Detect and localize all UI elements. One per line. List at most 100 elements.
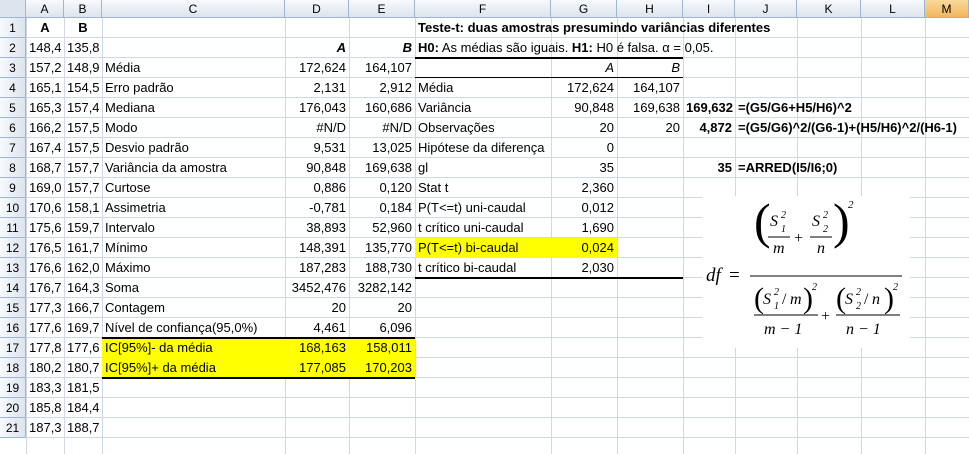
cell-b9[interactable]: 157,7 — [64, 178, 102, 198]
row-header-2[interactable]: 2 — [0, 38, 26, 58]
cell-h4[interactable]: 164,107 — [617, 78, 683, 98]
cell-c3[interactable]: Média — [102, 58, 285, 78]
cell-e4[interactable]: 2,912 — [349, 78, 415, 98]
cell-b5[interactable]: 157,4 — [64, 98, 102, 118]
cell-b14[interactable]: 164,3 — [64, 278, 102, 298]
cell-b2[interactable]: 135,8 — [64, 38, 102, 58]
row-header-12[interactable]: 12 — [0, 238, 26, 258]
cell-b12[interactable]: 161,7 — [64, 238, 102, 258]
cell-a1[interactable]: A — [26, 18, 64, 38]
cell-h3[interactable]: B — [617, 58, 683, 78]
cell-h5[interactable]: 169,638 — [617, 98, 683, 118]
cell-c15[interactable]: Contagem — [102, 298, 285, 318]
row-header-13[interactable]: 13 — [0, 258, 26, 278]
cell-g9[interactable]: 2,360 — [551, 178, 617, 198]
row-header-8[interactable]: 8 — [0, 158, 26, 178]
cell-d5[interactable]: 176,043 — [285, 98, 349, 118]
cell-e11[interactable]: 52,960 — [349, 218, 415, 238]
cell-f2-hypotheses[interactable]: H0: As médias são iguais. H1: H0 é falsa… — [415, 38, 735, 58]
row-header-5[interactable]: 5 — [0, 98, 26, 118]
column-header-a[interactable]: A — [26, 0, 64, 18]
cell-d9[interactable]: 0,886 — [285, 178, 349, 198]
row-header-14[interactable]: 14 — [0, 278, 26, 298]
cell-h6[interactable]: 20 — [617, 118, 683, 138]
cell-b10[interactable]: 158,1 — [64, 198, 102, 218]
cell-d6[interactable]: #N/D — [285, 118, 349, 138]
cell-a8[interactable]: 168,7 — [26, 158, 64, 178]
cell-b3[interactable]: 148,9 — [64, 58, 102, 78]
cell-f11[interactable]: t crítico uni-caudal — [415, 218, 551, 238]
cell-d15[interactable]: 20 — [285, 298, 349, 318]
cell-f7[interactable]: Hipótese da diferença — [415, 138, 551, 158]
cell-a14[interactable]: 176,7 — [26, 278, 64, 298]
cell-c11[interactable]: Intervalo — [102, 218, 285, 238]
cell-f6[interactable]: Observações — [415, 118, 551, 138]
row-header-21[interactable]: 21 — [0, 418, 26, 438]
row-header-7[interactable]: 7 — [0, 138, 26, 158]
cell-g3[interactable]: A — [551, 58, 617, 78]
cell-j6[interactable]: =(G5/G6)^2/(G6-1)+(H5/H6)^2/(H6-1) — [735, 118, 969, 138]
row-header-19[interactable]: 19 — [0, 378, 26, 398]
cell-g6[interactable]: 20 — [551, 118, 617, 138]
cell-c7[interactable]: Desvio padrão — [102, 138, 285, 158]
cell-b11[interactable]: 159,7 — [64, 218, 102, 238]
cell-g5[interactable]: 90,848 — [551, 98, 617, 118]
row-header-9[interactable]: 9 — [0, 178, 26, 198]
column-header-d[interactable]: D — [285, 0, 349, 18]
cell-b18[interactable]: 180,7 — [64, 358, 102, 378]
row-header-3[interactable]: 3 — [0, 58, 26, 78]
column-header-c[interactable]: C — [102, 0, 285, 18]
cell-a9[interactable]: 169,0 — [26, 178, 64, 198]
cell-a10[interactable]: 170,6 — [26, 198, 64, 218]
cell-d8[interactable]: 90,848 — [285, 158, 349, 178]
cell-d18[interactable]: 177,085 — [285, 358, 349, 378]
cell-b6[interactable]: 157,5 — [64, 118, 102, 138]
cell-a13[interactable]: 176,6 — [26, 258, 64, 278]
cell-b17[interactable]: 177,6 — [64, 338, 102, 358]
cell-c9[interactable]: Curtose — [102, 178, 285, 198]
cell-d11[interactable]: 38,893 — [285, 218, 349, 238]
row-header-6[interactable]: 6 — [0, 118, 26, 138]
cell-d7[interactable]: 9,531 — [285, 138, 349, 158]
cell-e14[interactable]: 3282,142 — [349, 278, 415, 298]
cell-b19[interactable]: 181,5 — [64, 378, 102, 398]
cell-e8[interactable]: 169,638 — [349, 158, 415, 178]
row-header-18[interactable]: 18 — [0, 358, 26, 378]
cell-e5[interactable]: 160,686 — [349, 98, 415, 118]
cell-f1-ttest-title[interactable]: Teste-t: duas amostras presumindo variân… — [415, 18, 770, 38]
column-header-j[interactable]: J — [735, 0, 797, 18]
cell-c16[interactable]: Nível de confiança(95,0%) — [102, 318, 285, 338]
column-header-g[interactable]: G — [551, 0, 617, 18]
column-header-m[interactable]: M — [925, 0, 969, 18]
cell-g8[interactable]: 35 — [551, 158, 617, 178]
cell-e9[interactable]: 0,120 — [349, 178, 415, 198]
cell-a20[interactable]: 185,8 — [26, 398, 64, 418]
cell-e12[interactable]: 135,770 — [349, 238, 415, 258]
row-header-20[interactable]: 20 — [0, 398, 26, 418]
cell-f9[interactable]: Stat t — [415, 178, 551, 198]
cell-a5[interactable]: 165,3 — [26, 98, 64, 118]
row-header-16[interactable]: 16 — [0, 318, 26, 338]
cell-g10[interactable]: 0,012 — [551, 198, 617, 218]
cell-f13[interactable]: t crítico bi-caudal — [415, 258, 551, 278]
cell-d13[interactable]: 187,283 — [285, 258, 349, 278]
cell-d12[interactable]: 148,391 — [285, 238, 349, 258]
cell-e7[interactable]: 13,025 — [349, 138, 415, 158]
cell-a21[interactable]: 187,3 — [26, 418, 64, 438]
cell-b1[interactable]: B — [64, 18, 102, 38]
cell-g12[interactable]: 0,024 — [551, 238, 617, 258]
cell-j8[interactable]: =ARRED(I5/I6;0) — [735, 158, 925, 178]
cell-e2[interactable]: B — [349, 38, 415, 58]
column-header-k[interactable]: K — [797, 0, 861, 18]
select-all-corner[interactable] — [0, 0, 26, 18]
column-header-b[interactable]: B — [64, 0, 102, 18]
column-header-i[interactable]: I — [683, 0, 735, 18]
cell-c4[interactable]: Erro padrão — [102, 78, 285, 98]
cell-a15[interactable]: 177,3 — [26, 298, 64, 318]
cell-b7[interactable]: 157,5 — [64, 138, 102, 158]
cell-c14[interactable]: Soma — [102, 278, 285, 298]
cell-a16[interactable]: 177,6 — [26, 318, 64, 338]
cell-f12[interactable]: P(T<=t) bi-caudal — [415, 238, 551, 258]
cell-d10[interactable]: -0,781 — [285, 198, 349, 218]
column-header-h[interactable]: H — [617, 0, 683, 18]
